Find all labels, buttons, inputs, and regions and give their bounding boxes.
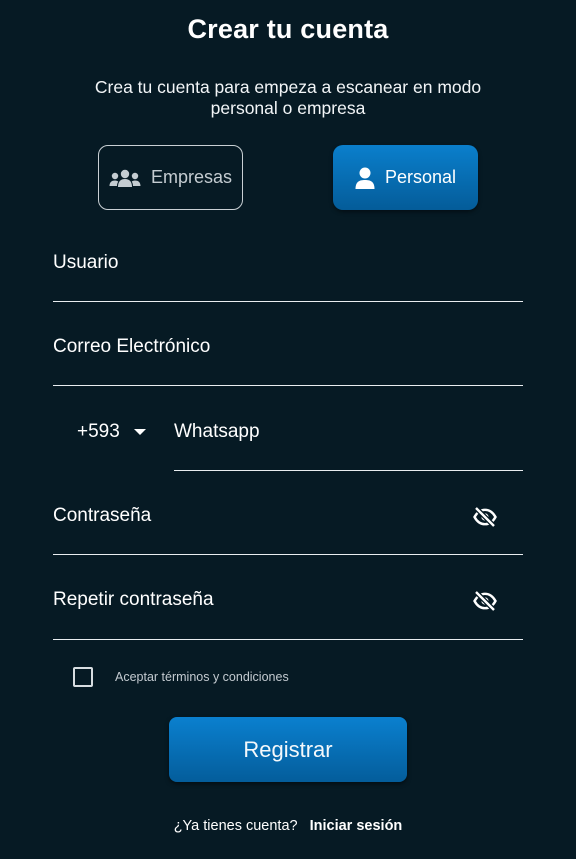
repeat-password-field[interactable]: Repetir contraseña: [53, 589, 523, 640]
eye-off-icon[interactable]: [473, 589, 497, 613]
repeat-password-label: Repetir contraseña: [53, 589, 214, 610]
chevron-down-icon: [133, 429, 146, 435]
correo-field[interactable]: Correo Electrónico: [53, 336, 523, 386]
country-code-select[interactable]: +593: [77, 421, 146, 443]
page-title: Crear tu cuenta: [187, 14, 389, 44]
terms-checkbox[interactable]: [73, 667, 93, 687]
usuario-label: Usuario: [53, 252, 119, 273]
login-question: ¿Ya tienes cuenta?: [173, 818, 298, 834]
eye-off-icon[interactable]: [473, 505, 497, 529]
page-subtitle: Crea tu cuenta para empeza a escanear en…: [94, 77, 482, 118]
country-code-value: +593: [77, 421, 120, 442]
terms-row: Aceptar términos y condiciones: [73, 667, 289, 687]
whatsapp-label: Whatsapp: [174, 421, 260, 442]
users-group-icon: [109, 168, 141, 188]
correo-label: Correo Electrónico: [53, 336, 211, 357]
password-label: Contraseña: [53, 505, 152, 526]
login-prompt: ¿Ya tienes cuenta? Iniciar sesión: [0, 818, 576, 834]
register-button[interactable]: Registrar: [169, 717, 407, 782]
whatsapp-field[interactable]: Whatsapp: [174, 421, 523, 471]
user-icon: [355, 167, 375, 189]
personal-label: Personal: [384, 167, 457, 187]
terms-label: Aceptar términos y condiciones: [115, 670, 289, 684]
usuario-field[interactable]: Usuario: [53, 252, 523, 302]
password-field[interactable]: Contraseña: [53, 505, 523, 555]
login-link[interactable]: Iniciar sesión: [310, 818, 403, 834]
personal-mode-button[interactable]: Personal: [333, 145, 478, 210]
empresas-label: Empresas: [150, 167, 233, 187]
empresas-mode-button[interactable]: Empresas: [98, 145, 243, 210]
